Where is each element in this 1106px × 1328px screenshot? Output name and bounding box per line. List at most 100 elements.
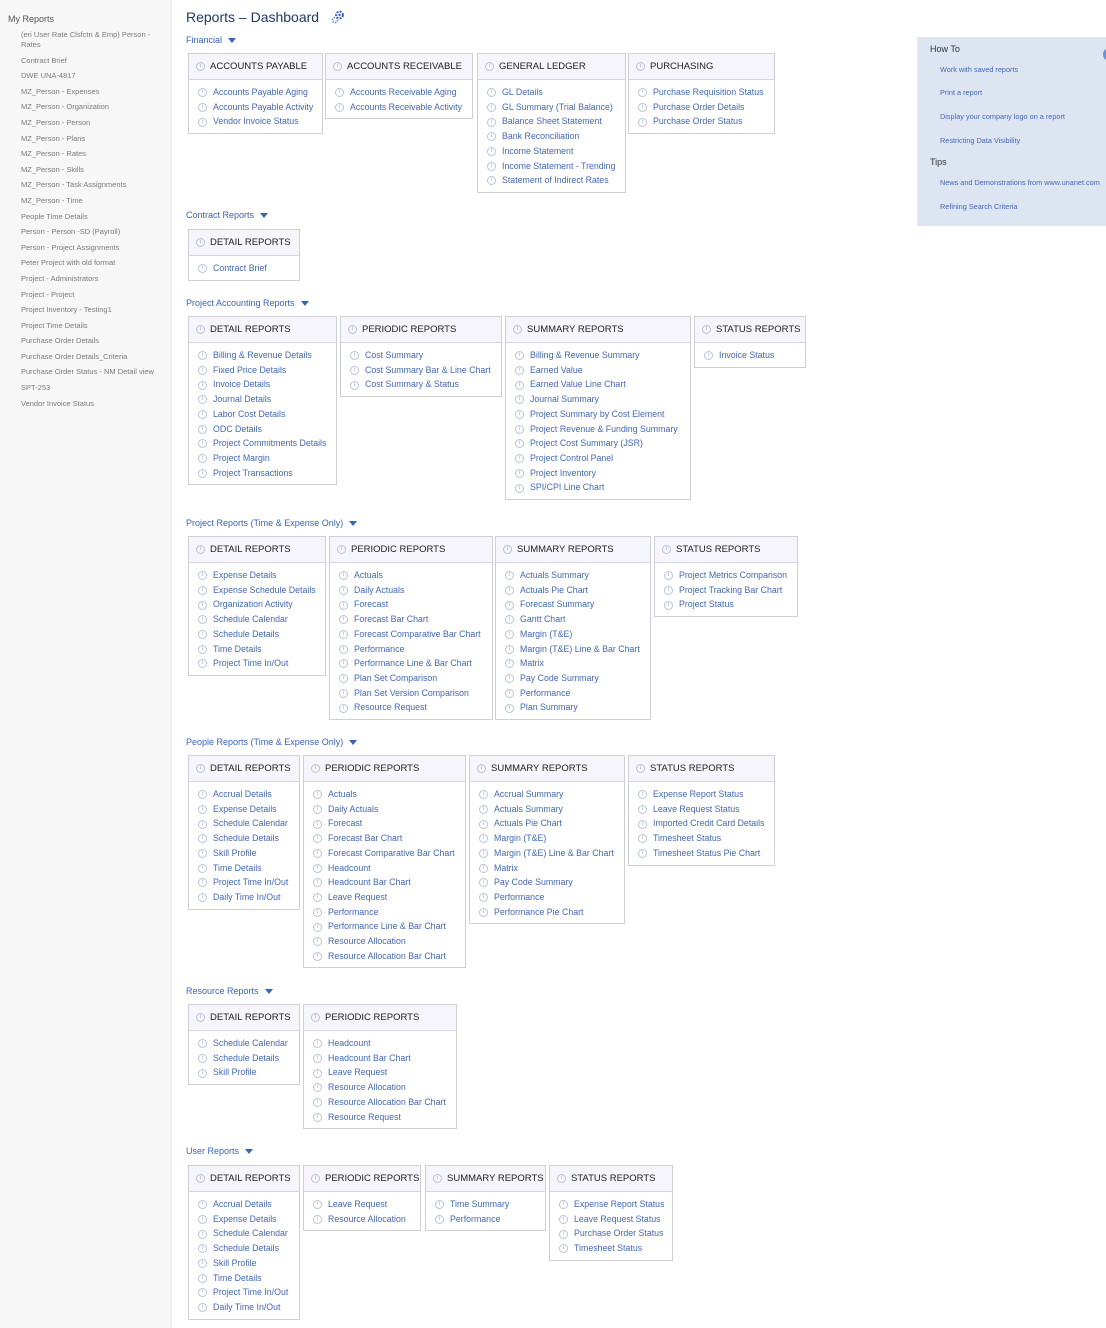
report-link[interactable]: i Schedule Calendar	[198, 1226, 299, 1241]
report-link[interactable]: i Project Inventory	[515, 466, 690, 481]
info-icon[interactable]: i	[313, 1200, 322, 1210]
report-link[interactable]: i Imported Credit Card Details	[638, 816, 774, 831]
report-link[interactable]: i Performance	[313, 905, 465, 920]
info-icon[interactable]: i	[515, 380, 524, 390]
info-icon[interactable]: i	[662, 544, 671, 554]
info-icon[interactable]: i	[198, 395, 207, 405]
report-link[interactable]: i Resource Request	[339, 700, 492, 715]
info-icon[interactable]: i	[339, 615, 348, 625]
report-link[interactable]: i Schedule Details	[198, 831, 299, 846]
report-link[interactable]: i Accrual Summary	[479, 787, 624, 802]
info-icon[interactable]: i	[313, 878, 322, 888]
saved-report-link[interactable]: (eri User Rate Clsfctn & Emp) Person - R…	[21, 30, 166, 50]
report-link[interactable]: i Forecast	[313, 816, 465, 831]
info-icon[interactable]: i	[198, 878, 207, 888]
report-link[interactable]: i Project Time In/Out	[198, 1285, 299, 1300]
info-icon[interactable]: i	[198, 351, 207, 361]
report-link[interactable]: i Margin (T&E)	[479, 831, 624, 846]
info-icon[interactable]: i	[348, 324, 357, 334]
info-icon[interactable]: i	[505, 659, 514, 669]
report-link[interactable]: i Actuals Summary	[505, 568, 650, 583]
report-link[interactable]: i Project Cost Summary (JSR)	[515, 436, 690, 451]
saved-report-link[interactable]: Contract Brief	[21, 56, 166, 66]
report-link[interactable]: i Leave Request	[313, 890, 465, 905]
report-link[interactable]: i ODC Details	[198, 422, 336, 437]
info-icon[interactable]: i	[513, 324, 522, 334]
info-icon[interactable]: i	[339, 600, 348, 610]
info-icon[interactable]: i	[638, 804, 647, 814]
report-link[interactable]: i Resource Request	[313, 1110, 456, 1125]
report-link[interactable]: i Plan Summary	[505, 700, 650, 715]
report-link[interactable]: i Purchase Order Status	[638, 114, 774, 129]
info-icon[interactable]: i	[198, 88, 207, 98]
saved-report-link[interactable]: MZ_Person - Person	[21, 118, 166, 128]
report-link[interactable]: i Statement of Indirect Rates	[487, 173, 625, 188]
info-icon[interactable]: i	[198, 1068, 207, 1078]
info-icon[interactable]: i	[433, 1173, 442, 1183]
chevron-down-icon[interactable]	[349, 521, 358, 527]
info-icon[interactable]: i	[335, 88, 344, 98]
info-icon[interactable]: i	[479, 907, 488, 917]
report-link[interactable]: i Forecast	[339, 597, 492, 612]
report-link[interactable]: i Skill Profile	[198, 1256, 299, 1271]
info-icon[interactable]: i	[339, 644, 348, 654]
info-icon[interactable]: i	[479, 790, 488, 800]
settings-gear-icon[interactable]	[331, 10, 345, 27]
report-link[interactable]: i Earned Value Line Chart	[515, 377, 690, 392]
info-icon[interactable]: i	[515, 409, 524, 419]
report-link[interactable]: i Project Time In/Out	[198, 875, 299, 890]
info-icon[interactable]: i	[515, 424, 524, 434]
chevron-down-icon[interactable]	[260, 213, 269, 219]
info-icon[interactable]: i	[339, 674, 348, 684]
info-icon[interactable]: i	[198, 659, 207, 669]
report-link[interactable]: i Project Status	[664, 597, 797, 612]
section-title-user-reports[interactable]: User Reports	[186, 1146, 254, 1156]
info-icon[interactable]: i	[515, 351, 524, 361]
info-icon[interactable]: i	[339, 688, 348, 698]
report-link[interactable]: i Headcount Bar Chart	[313, 1051, 456, 1066]
saved-report-link[interactable]: MZ_Person - Expenses	[21, 87, 166, 97]
info-icon[interactable]: i	[515, 439, 524, 449]
report-link[interactable]: i Matrix	[479, 861, 624, 876]
info-icon[interactable]: i	[198, 819, 207, 829]
report-link[interactable]: i Fixed Price Details	[198, 363, 336, 378]
info-icon[interactable]: i	[198, 585, 207, 595]
info-icon[interactable]: i	[313, 804, 322, 814]
report-link[interactable]: i Billing & Revenue Details	[198, 348, 336, 363]
info-icon[interactable]: i	[198, 380, 207, 390]
report-link[interactable]: i Time Details	[198, 1271, 299, 1286]
info-icon[interactable]: i	[479, 893, 488, 903]
info-icon[interactable]: i	[339, 571, 348, 581]
info-icon[interactable]: i	[313, 848, 322, 858]
info-icon[interactable]: i	[198, 1258, 207, 1268]
info-icon[interactable]: i	[485, 61, 494, 71]
report-link[interactable]: i Accounts Payable Activity	[198, 100, 322, 115]
info-icon[interactable]: i	[479, 804, 488, 814]
report-link[interactable]: i Expense Report Status	[638, 787, 774, 802]
info-icon[interactable]: i	[664, 571, 673, 581]
report-link[interactable]: i Forecast Bar Chart	[313, 831, 465, 846]
saved-report-link[interactable]: Peter Project with old format	[21, 258, 166, 268]
section-title-project-accounting-reports[interactable]: Project Accounting Reports	[186, 298, 309, 308]
report-link[interactable]: i GL Summary (Trial Balance)	[487, 100, 625, 115]
report-link[interactable]: i Accrual Details	[198, 1197, 299, 1212]
report-link[interactable]: i Accounts Receivable Aging	[335, 85, 472, 100]
report-link[interactable]: i Cost Summary Bar & Line Chart	[350, 363, 501, 378]
report-link[interactable]: i Invoice Status	[704, 348, 805, 363]
report-link[interactable]: i Timesheet Status	[559, 1241, 672, 1256]
report-link[interactable]: i Income Statement - Trending	[487, 159, 625, 174]
saved-report-link[interactable]: MZ_Person - Rates	[21, 149, 166, 159]
report-link[interactable]: i Schedule Details	[198, 1051, 299, 1066]
report-link[interactable]: i Timesheet Status Pie Chart	[638, 846, 774, 861]
info-icon[interactable]: i	[479, 848, 488, 858]
report-link[interactable]: i Leave Request	[313, 1065, 456, 1080]
info-icon[interactable]: i	[487, 161, 496, 171]
info-icon[interactable]: i	[339, 659, 348, 669]
saved-report-link[interactable]: MZ_Person - Task Assignments	[21, 180, 166, 190]
help-link-visibility[interactable]: Restricting Data Visibility	[940, 136, 1020, 145]
info-icon[interactable]: i	[313, 1053, 322, 1063]
info-icon[interactable]: i	[337, 544, 346, 554]
help-link-news[interactable]: News and Demonstrations from www.unanet.…	[940, 178, 1100, 187]
report-link[interactable]: i Daily Time In/Out	[198, 890, 299, 905]
info-icon[interactable]: i	[505, 688, 514, 698]
